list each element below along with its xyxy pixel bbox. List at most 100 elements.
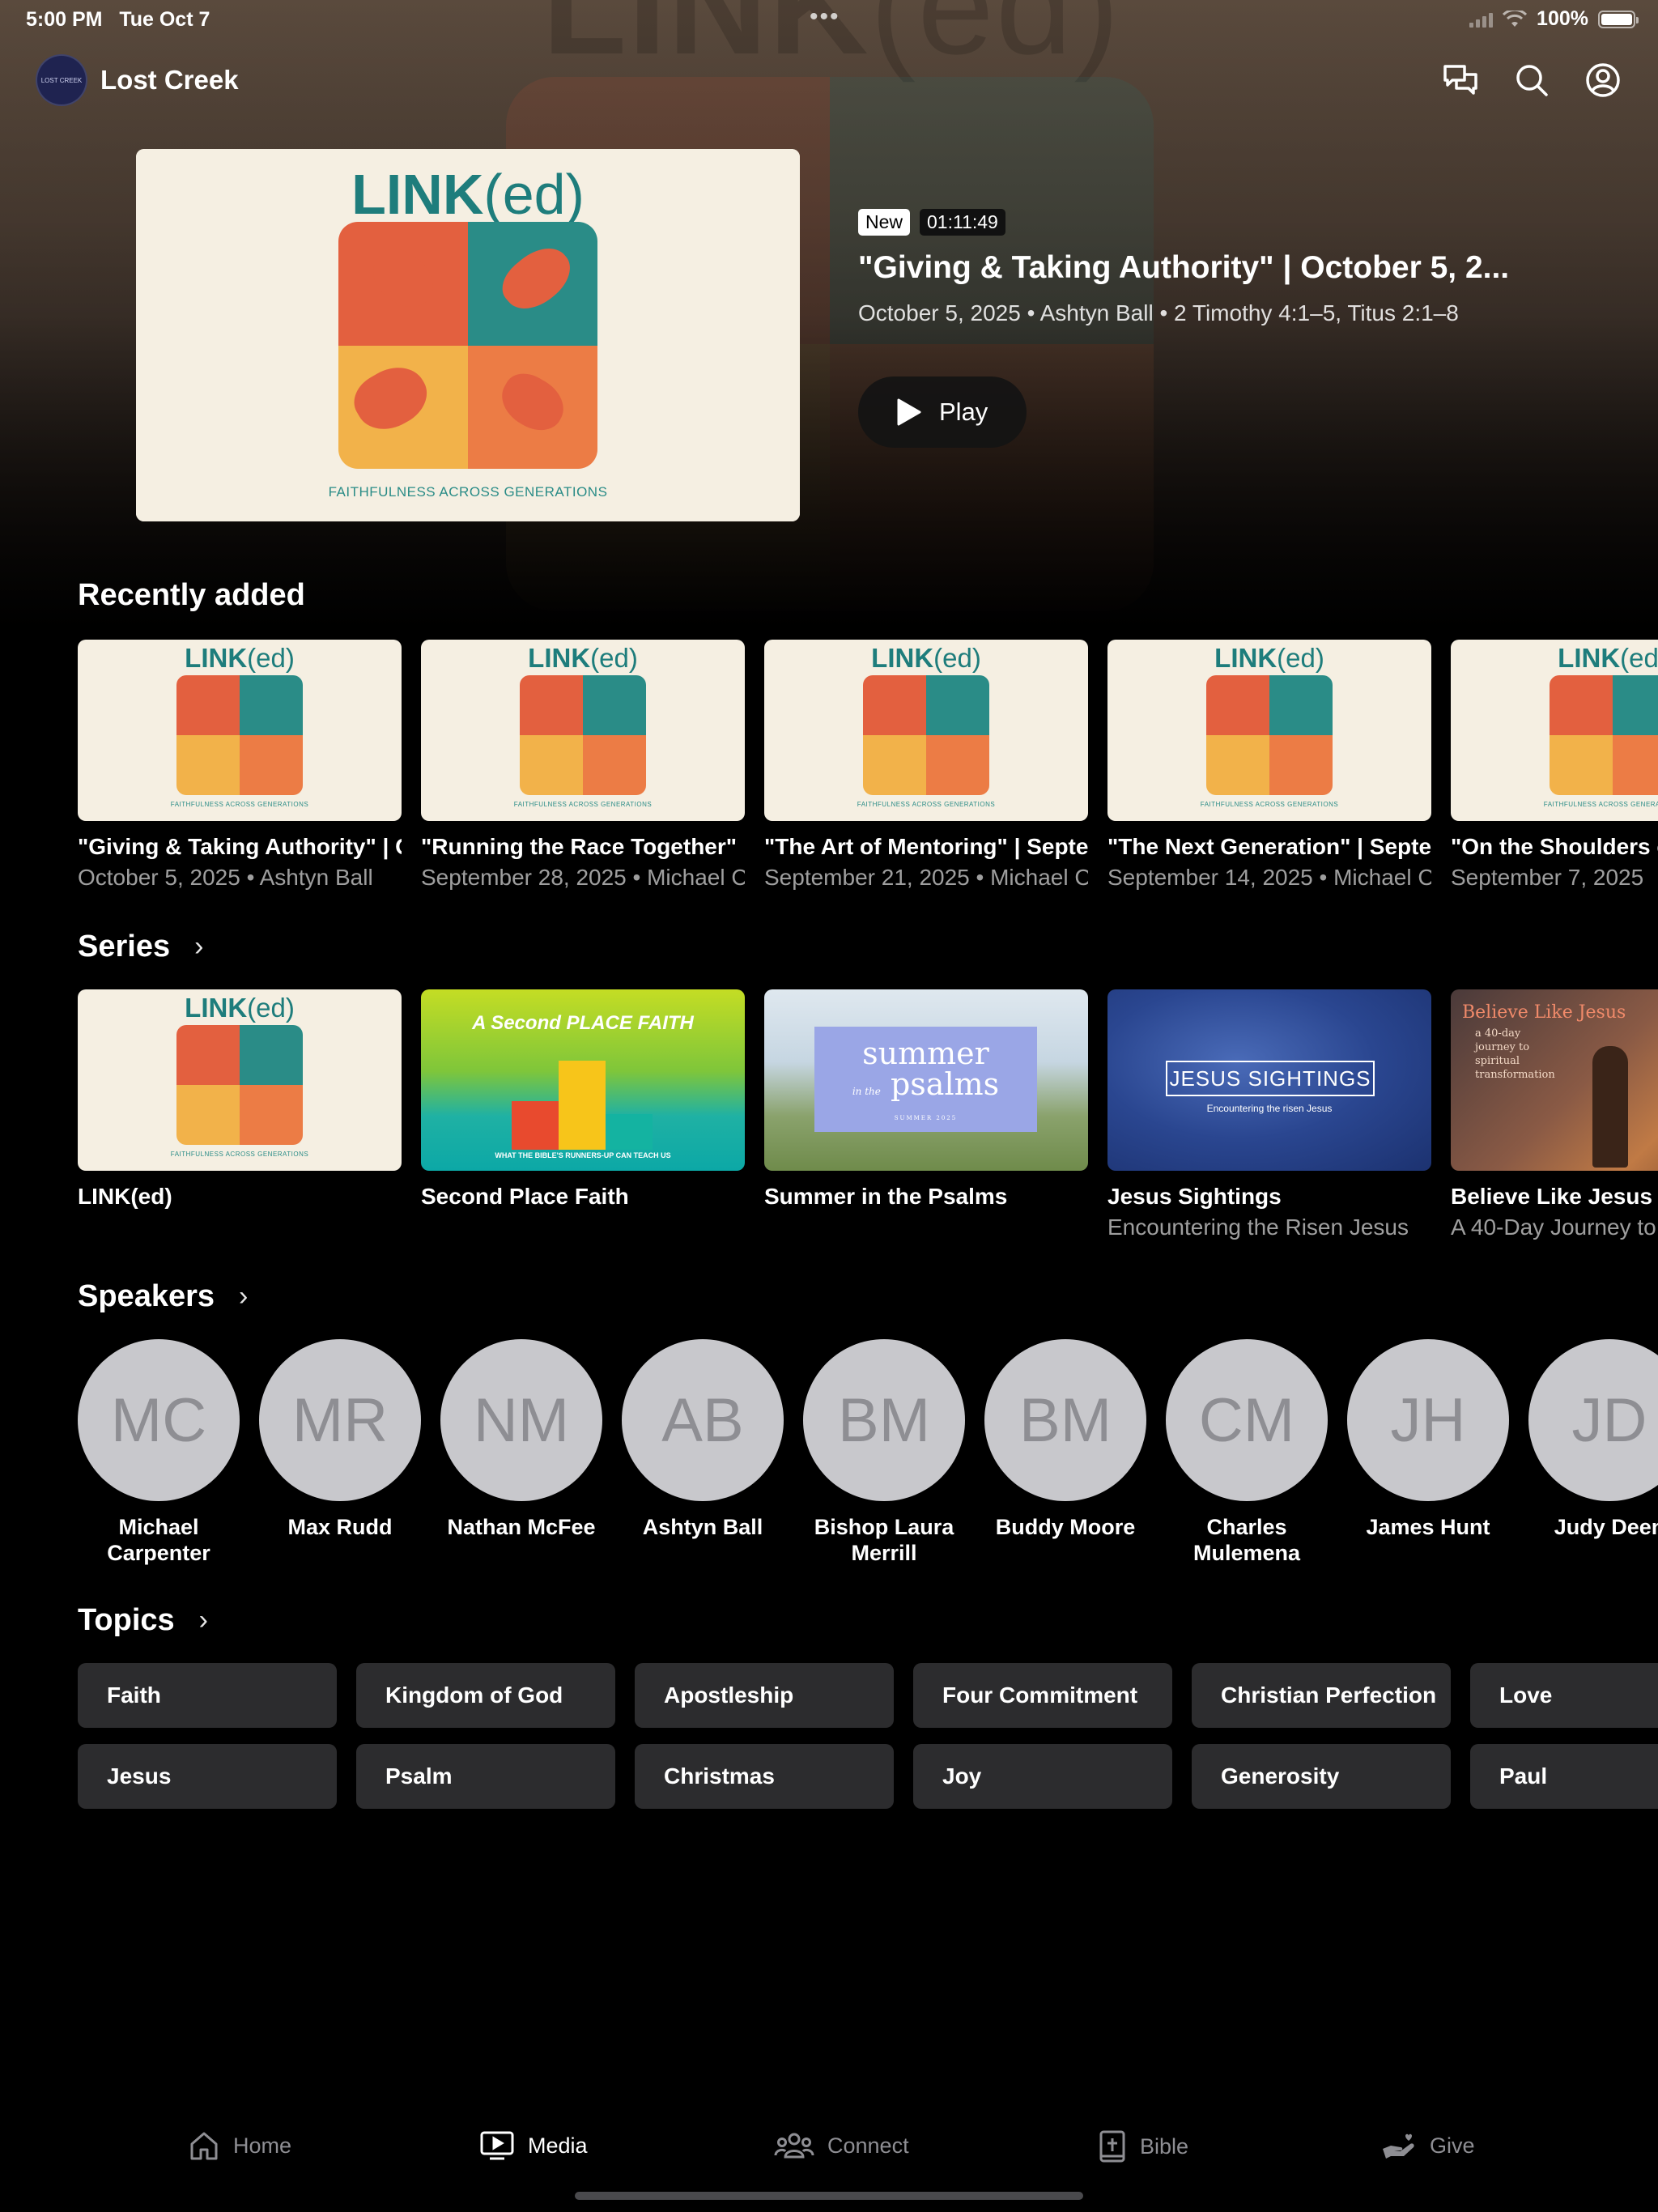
recent-title: "Giving & Taking Authority" | October 5,…: [78, 834, 402, 859]
series-title: Believe Like Jesus: [1451, 1184, 1653, 1209]
tab-media[interactable]: Media: [479, 2129, 588, 2162]
connect-icon: [774, 2133, 814, 2159]
app-header: LOST CREEK Lost Creek: [36, 52, 1622, 108]
featured-title[interactable]: "Giving & Taking Authority" | October 5,…: [858, 250, 1635, 286]
series-card[interactable]: LINK(ed) FAITHFULNESS ACROSS GENERATIONS…: [78, 989, 402, 1240]
topic-chip[interactable]: Psalm: [356, 1744, 615, 1809]
cellular-signal-icon: [1469, 11, 1494, 28]
topic-chip[interactable]: Paul: [1470, 1744, 1658, 1809]
topic-chip[interactable]: Faith: [78, 1663, 337, 1728]
speaker-item[interactable]: BM Buddy Moore: [984, 1339, 1146, 1566]
series-title: LINK(ed): [78, 1184, 172, 1209]
topic-chip[interactable]: Kingdom of God: [356, 1663, 615, 1728]
recent-thumbnail[interactable]: LINK(ed) FAITHFULNESS ACROSS GENERATIONS: [764, 640, 1088, 821]
series-card[interactable]: JESUS SIGHTINGS Encountering the risen J…: [1107, 989, 1431, 1240]
recent-thumbnail[interactable]: LINK(ed) FAITHFULNESS ACROSS GENERATIONS: [421, 640, 745, 821]
series-thumbnail[interactable]: JESUS SIGHTINGS Encountering the risen J…: [1107, 989, 1431, 1171]
recent-card[interactable]: LINK(ed) FAITHFULNESS ACROSS GENERATIONS…: [1451, 640, 1658, 891]
series-card[interactable]: summer in the psalms SUMMER 2025 Summer …: [764, 989, 1088, 1240]
home-indicator[interactable]: [575, 2192, 1083, 2200]
tab-bible[interactable]: Bible: [1098, 2129, 1188, 2163]
recent-title: "On the Shoulders of Giants": [1451, 834, 1658, 859]
topic-chip[interactable]: Generosity: [1192, 1744, 1451, 1809]
puzzle-art: [338, 222, 597, 469]
series-heading[interactable]: Series ›: [78, 929, 203, 964]
featured-artwork[interactable]: LINK(ed) FAITHFULNESS ACROSS GENERATIONS: [136, 149, 800, 521]
topic-chip[interactable]: Love: [1470, 1663, 1658, 1728]
topic-chip[interactable]: Christian Perfection: [1192, 1663, 1451, 1728]
media-icon: [480, 2131, 514, 2160]
speaker-avatar: NM: [440, 1339, 602, 1501]
series-thumbnail[interactable]: Believe Like Jesus a 40-day journey to s…: [1451, 989, 1658, 1171]
speaker-item[interactable]: MR Max Rudd: [259, 1339, 421, 1566]
series-card[interactable]: Believe Like Jesus a 40-day journey to s…: [1451, 989, 1658, 1240]
chevron-right-icon: ›: [194, 931, 204, 962]
tab-home[interactable]: Home: [188, 2129, 291, 2162]
speaker-item[interactable]: CM Charles Mulemena: [1166, 1339, 1328, 1566]
bible-icon: [1099, 2130, 1125, 2163]
wifi-icon: [1503, 10, 1528, 27]
speaker-item[interactable]: MC Michael Carpenter: [78, 1339, 240, 1566]
multitask-dots[interactable]: •••: [810, 3, 840, 31]
church-name[interactable]: Lost Creek: [100, 65, 239, 96]
speaker-item[interactable]: JD Judy Deen: [1528, 1339, 1658, 1566]
speaker-avatar: BM: [803, 1339, 965, 1501]
speaker-name: Bishop Laura Merrill: [814, 1515, 954, 1565]
status-bar: 5:00 PM Tue Oct 7 ••• 100%: [0, 0, 1658, 39]
chevron-right-icon: ›: [239, 1281, 249, 1312]
topics-heading[interactable]: Topics ›: [78, 1603, 208, 1638]
speaker-name: Judy Deen: [1554, 1515, 1658, 1539]
speakers-row: MC Michael Carpenter MR Max Rudd NM Nathan …: [78, 1339, 1658, 1566]
recent-subtitle: September 21, 2025 • Michael Carpenter: [764, 865, 1088, 890]
duration-badge: 01:11:49: [920, 209, 1005, 236]
status-time: 5:00 PM Tue Oct 7: [26, 8, 210, 31]
speaker-name: Nathan McFee: [447, 1515, 596, 1539]
art-tagline: FAITHFULNESS ACROSS GENERATIONS: [328, 484, 608, 500]
search-icon[interactable]: [1512, 61, 1551, 100]
speaker-item[interactable]: AB Ashtyn Ball: [622, 1339, 784, 1566]
series-thumbnail[interactable]: LINK(ed) FAITHFULNESS ACROSS GENERATIONS: [78, 989, 402, 1171]
speaker-item[interactable]: NM Nathan McFee: [440, 1339, 602, 1566]
status-right: 100%: [1469, 7, 1639, 31]
speaker-avatar: MC: [78, 1339, 240, 1501]
art-logo: LINK(ed): [351, 163, 585, 226]
play-icon: [897, 398, 921, 426]
battery-percent: 100%: [1537, 7, 1588, 30]
speaker-item[interactable]: BM Bishop Laura Merrill: [803, 1339, 965, 1566]
recent-thumbnail[interactable]: LINK(ed) FAITHFULNESS ACROSS GENERATIONS: [78, 640, 402, 821]
recent-card[interactable]: LINK(ed) FAITHFULNESS ACROSS GENERATIONS…: [78, 640, 402, 891]
featured-badges: New 01:11:49: [858, 209, 1635, 236]
recent-thumbnail[interactable]: LINK(ed) FAITHFULNESS ACROSS GENERATIONS: [1107, 640, 1431, 821]
recent-card[interactable]: LINK(ed) FAITHFULNESS ACROSS GENERATIONS…: [1107, 640, 1431, 891]
speaker-name: Max Rudd: [287, 1515, 393, 1539]
recent-thumbnail[interactable]: LINK(ed) FAITHFULNESS ACROSS GENERATIONS: [1451, 640, 1658, 821]
recent-title: "Running the Race Together" | September …: [421, 834, 745, 859]
recent-card[interactable]: LINK(ed) FAITHFULNESS ACROSS GENERATIONS…: [764, 640, 1088, 891]
media-screen: LINK(ed) 5:00 PM Tue Oct 7 ••• 100% LOST…: [0, 0, 1658, 2212]
recent-subtitle: September 14, 2025 • Michael Carpenter: [1107, 865, 1431, 890]
home-icon: [190, 2132, 218, 2160]
topic-chip[interactable]: Jesus: [78, 1744, 337, 1809]
tab-give[interactable]: Give: [1381, 2129, 1475, 2162]
speaker-item[interactable]: JH James Hunt: [1347, 1339, 1509, 1566]
topic-chip[interactable]: Christmas: [635, 1744, 894, 1809]
topic-chip[interactable]: Four Commitment: [913, 1663, 1172, 1728]
topic-chip[interactable]: Joy: [913, 1744, 1172, 1809]
topics-grid: Faith Kingdom of God Apostleship Four Co…: [78, 1663, 1658, 1809]
give-icon: [1383, 2133, 1414, 2159]
play-button[interactable]: Play: [858, 376, 1027, 448]
series-thumbnail[interactable]: summer in the psalms SUMMER 2025: [764, 989, 1088, 1171]
series-card[interactable]: A Second PLACE FAITH WHAT THE BIBLE'S RU…: [421, 989, 745, 1240]
church-logo[interactable]: LOST CREEK: [36, 54, 87, 106]
speakers-heading[interactable]: Speakers ›: [78, 1279, 248, 1314]
speaker-name: James Hunt: [1366, 1515, 1490, 1539]
messages-icon[interactable]: [1441, 61, 1480, 100]
profile-icon[interactable]: [1584, 61, 1622, 100]
series-thumbnail[interactable]: A Second PLACE FAITH WHAT THE BIBLE'S RU…: [421, 989, 745, 1171]
topic-chip[interactable]: Apostleship: [635, 1663, 894, 1728]
tab-connect[interactable]: Connect: [774, 2129, 909, 2162]
recently-added-row: LINK(ed) FAITHFULNESS ACROSS GENERATIONS…: [78, 640, 1658, 891]
speaker-name: Buddy Moore: [995, 1515, 1136, 1539]
recent-card[interactable]: LINK(ed) FAITHFULNESS ACROSS GENERATIONS…: [421, 640, 745, 891]
recent-subtitle: September 28, 2025 • Michael Carpenter: [421, 865, 745, 890]
